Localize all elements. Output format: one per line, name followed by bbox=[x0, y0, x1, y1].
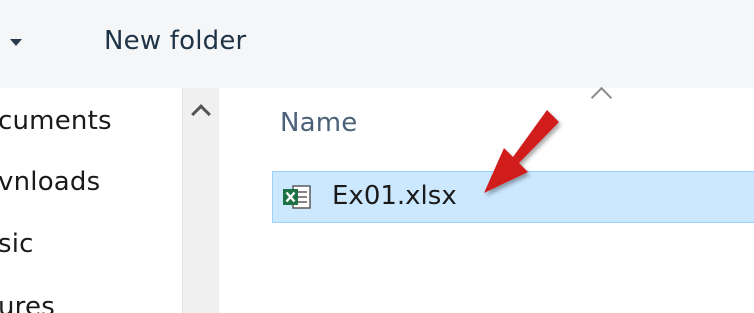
file-name: Ex01.xlsx bbox=[332, 181, 457, 211]
annotation-arrow-icon bbox=[484, 110, 559, 193]
nav-scrollbar[interactable] bbox=[182, 88, 220, 313]
new-folder-button[interactable]: New folder bbox=[104, 26, 246, 56]
nav-item-downloads[interactable]: vnloads bbox=[0, 167, 100, 197]
nav-item-pictures[interactable]: ures bbox=[0, 292, 55, 313]
column-header-name[interactable]: Name bbox=[280, 108, 358, 138]
excel-file-icon bbox=[283, 185, 311, 209]
navigation-pane: cuments vnloads sic ures bbox=[0, 88, 182, 313]
nav-item-documents[interactable]: cuments bbox=[0, 106, 112, 136]
dropdown-arrow-icon[interactable] bbox=[10, 39, 22, 46]
toolbar: New folder bbox=[0, 0, 754, 88]
nav-item-music[interactable]: sic bbox=[0, 229, 34, 259]
scroll-up-icon[interactable] bbox=[191, 104, 211, 124]
sort-ascending-icon bbox=[590, 86, 613, 109]
